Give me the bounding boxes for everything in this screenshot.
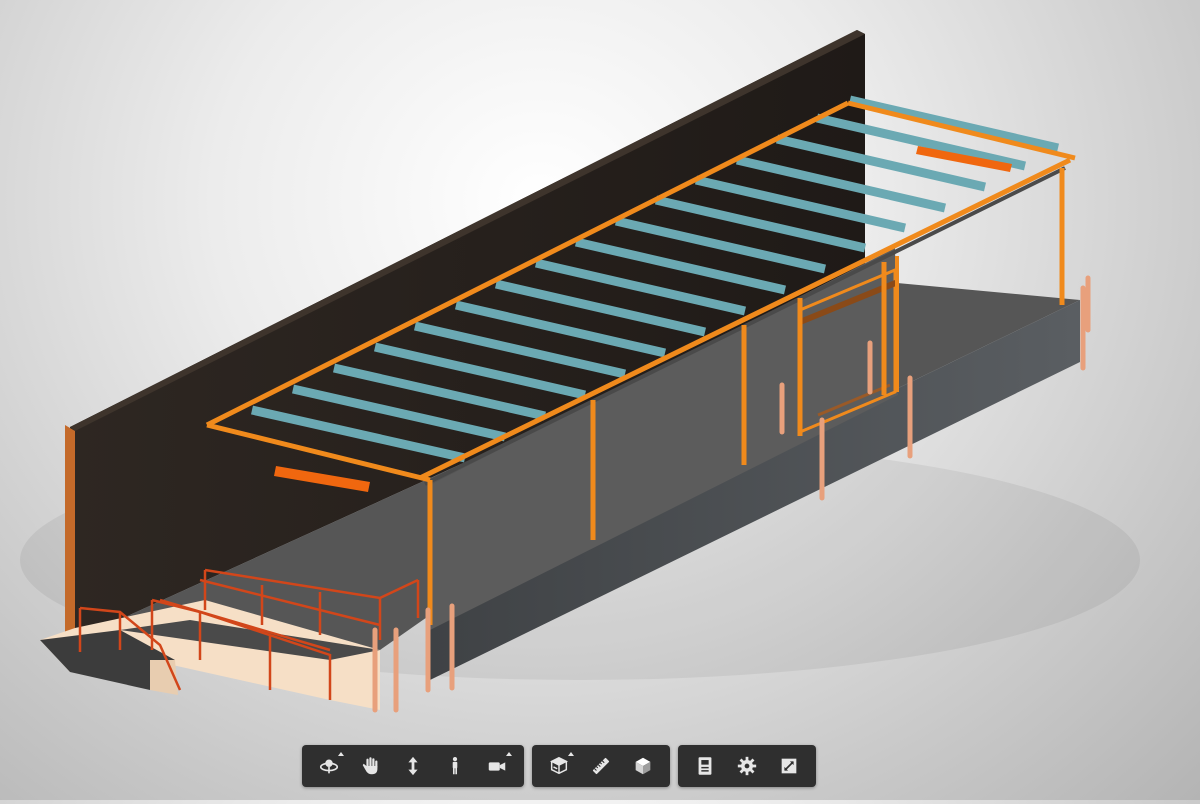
section-button[interactable] — [538, 745, 580, 787]
cube-icon — [632, 755, 654, 777]
fullscreen-button[interactable] — [768, 745, 810, 787]
settings-tool-group — [678, 745, 816, 787]
first-person-button[interactable] — [434, 745, 476, 787]
viewer-toolbar — [302, 745, 816, 787]
zoom-button[interactable] — [392, 745, 434, 787]
camera-button[interactable] — [476, 745, 518, 787]
ruler-icon — [590, 755, 612, 777]
pan-button[interactable] — [350, 745, 392, 787]
properties-icon — [694, 755, 716, 777]
orbit-icon — [318, 755, 340, 777]
measure-button[interactable] — [580, 745, 622, 787]
dropdown-indicator — [506, 752, 512, 756]
zoom-arrows-icon — [402, 755, 424, 777]
properties-button[interactable] — [684, 745, 726, 787]
dropdown-indicator — [568, 752, 574, 756]
camera-icon — [486, 755, 508, 777]
model-viewport[interactable] — [0, 0, 1200, 800]
model-tool-group — [532, 745, 670, 787]
building-model[interactable] — [0, 0, 1200, 800]
person-icon — [444, 755, 466, 777]
navigation-tool-group — [302, 745, 524, 787]
pan-hand-icon — [360, 755, 382, 777]
orbit-button[interactable] — [308, 745, 350, 787]
explode-button[interactable] — [622, 745, 664, 787]
dropdown-indicator — [338, 752, 344, 756]
settings-button[interactable] — [726, 745, 768, 787]
gear-icon — [736, 755, 758, 777]
section-box-icon — [548, 755, 570, 777]
fullscreen-icon — [778, 755, 800, 777]
